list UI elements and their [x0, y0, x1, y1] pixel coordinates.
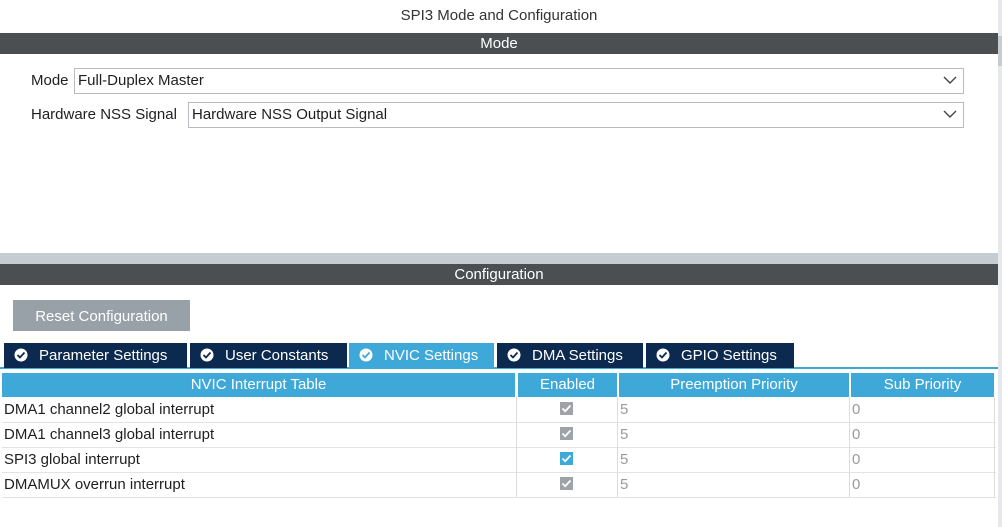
column-divider — [994, 472, 995, 497]
tab-user-constants[interactable]: User Constants — [190, 343, 347, 368]
column-divider — [617, 447, 618, 472]
table-row[interactable]: SPI3 global interrupt 5 0 — [2, 447, 996, 473]
table-row[interactable]: DMA1 channel3 global interrupt 5 0 — [2, 422, 996, 448]
chevron-down-icon[interactable] — [943, 73, 957, 87]
column-divider — [849, 472, 850, 497]
column-header-interrupt[interactable]: NVIC Interrupt Table — [2, 373, 515, 397]
preemption-priority-value[interactable]: 5 — [620, 422, 628, 447]
mode-select[interactable]: Full-Duplex Master — [74, 68, 964, 94]
interrupt-name: DMAMUX overrun interrupt — [4, 476, 185, 493]
column-divider — [849, 422, 850, 447]
column-divider — [849, 397, 850, 422]
check-circle-icon — [656, 348, 670, 362]
check-circle-icon — [359, 348, 373, 362]
nss-label: Hardware NSS Signal — [31, 106, 177, 123]
mode-select-value: Full-Duplex Master — [78, 72, 204, 89]
interrupt-name: SPI3 global interrupt — [4, 451, 140, 468]
sub-priority-value[interactable]: 0 — [852, 422, 860, 447]
mode-field-row: Mode Full-Duplex Master — [0, 68, 998, 94]
tab-gpio-settings[interactable]: GPIO Settings — [646, 343, 794, 368]
tab-label: NVIC Settings — [384, 347, 479, 364]
reset-configuration-button[interactable]: Reset Configuration — [13, 300, 190, 331]
interrupt-name: DMA1 channel3 global interrupt — [4, 426, 215, 443]
column-divider — [994, 397, 995, 422]
column-header-sub-priority[interactable]: Sub Priority — [851, 373, 994, 397]
column-divider — [516, 422, 517, 447]
column-divider — [617, 397, 618, 422]
column-divider — [516, 472, 517, 497]
column-header-enabled[interactable]: Enabled — [518, 373, 617, 397]
column-divider — [516, 447, 517, 472]
check-circle-icon — [14, 348, 28, 362]
preemption-priority-value[interactable]: 5 — [620, 447, 628, 472]
configuration-section-header: Configuration — [0, 264, 998, 285]
enabled-checkbox — [560, 402, 573, 415]
column-divider — [849, 447, 850, 472]
table-header: NVIC Interrupt Table Enabled Preemption … — [2, 373, 996, 397]
table-row[interactable]: DMAMUX overrun interrupt 5 0 — [2, 472, 996, 498]
window-title: SPI3 Mode and Configuration — [400, 7, 598, 24]
nss-field-row: Hardware NSS Signal Hardware NSS Output … — [0, 102, 998, 128]
chevron-down-icon[interactable] — [943, 107, 957, 121]
tab-label: User Constants — [225, 347, 329, 364]
check-circle-icon — [200, 348, 214, 362]
table-body: DMA1 channel2 global interrupt 5 0 DMA1 cha… — [2, 397, 996, 498]
column-divider — [617, 422, 618, 447]
tab-label: GPIO Settings — [681, 347, 777, 364]
column-divider — [617, 472, 618, 497]
column-divider — [516, 397, 517, 422]
table-row[interactable]: DMA1 channel2 global interrupt 5 0 — [2, 397, 996, 423]
preemption-priority-value[interactable]: 5 — [620, 397, 628, 422]
tab-nvic-settings[interactable]: NVIC Settings — [349, 343, 494, 368]
scrollbar-track[interactable] — [998, 0, 1002, 527]
check-circle-icon — [507, 348, 521, 362]
sub-priority-value[interactable]: 0 — [852, 447, 860, 472]
mode-label: Mode — [31, 72, 69, 89]
column-divider — [994, 422, 995, 447]
preemption-priority-value[interactable]: 5 — [620, 472, 628, 497]
column-header-preemption[interactable]: Preemption Priority — [619, 373, 849, 397]
interrupt-name: DMA1 channel2 global interrupt — [4, 401, 215, 418]
sub-priority-value[interactable]: 0 — [852, 472, 860, 497]
nss-select[interactable]: Hardware NSS Output Signal — [188, 102, 964, 128]
tab-dma-settings[interactable]: DMA Settings — [497, 343, 643, 368]
sub-priority-value[interactable]: 0 — [852, 397, 860, 422]
column-divider — [994, 447, 995, 472]
mode-section-header: Mode — [0, 33, 998, 54]
tab-parameter-settings[interactable]: Parameter Settings — [4, 343, 187, 368]
enabled-checkbox[interactable] — [560, 452, 573, 465]
nss-select-value: Hardware NSS Output Signal — [192, 106, 388, 123]
enabled-checkbox — [560, 427, 573, 440]
enabled-checkbox — [560, 477, 573, 490]
tab-label: Parameter Settings — [39, 347, 168, 364]
scrollbar-thumb[interactable] — [998, 36, 1002, 66]
tab-label: DMA Settings — [532, 347, 623, 364]
section-divider — [0, 253, 998, 264]
